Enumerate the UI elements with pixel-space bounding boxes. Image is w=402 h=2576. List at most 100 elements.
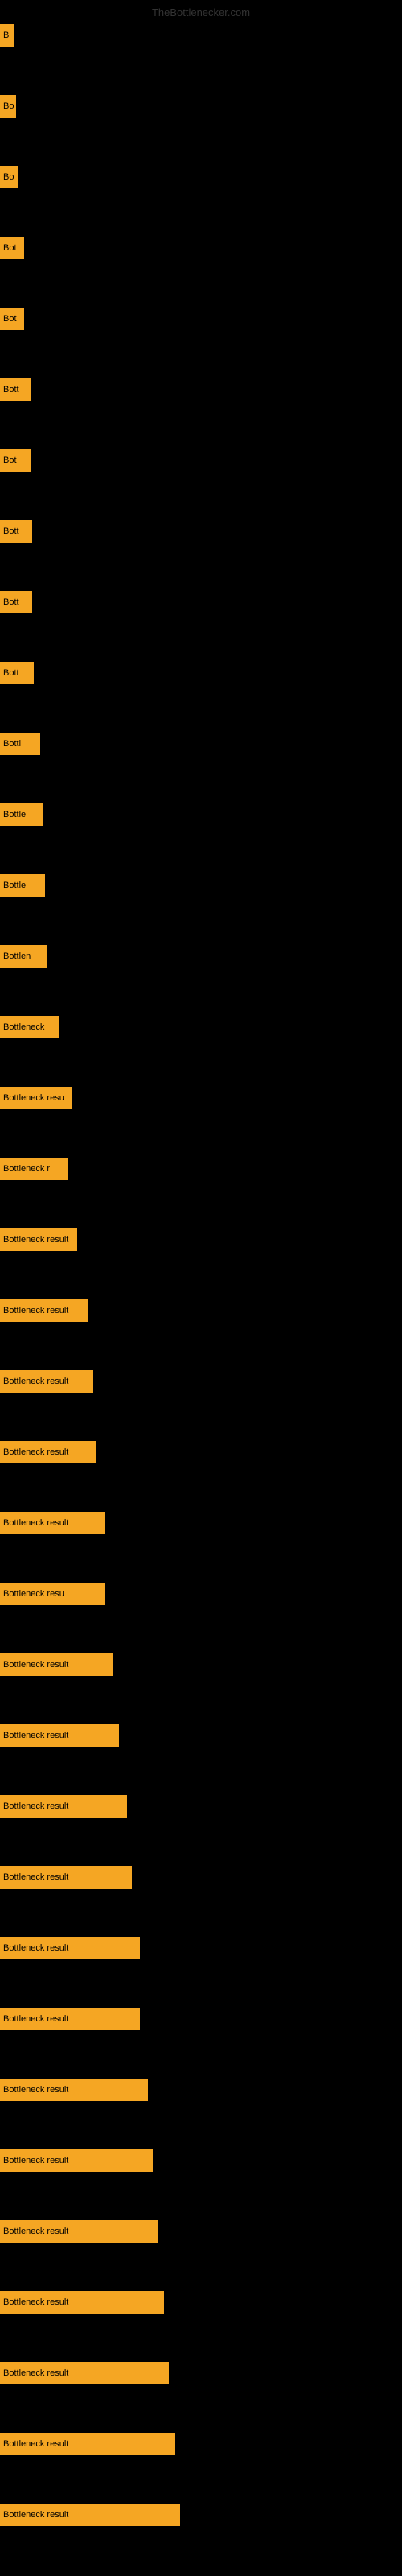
- bar-row-27: Bottleneck result: [0, 1937, 140, 1959]
- bar-label-9: Bott: [3, 668, 19, 678]
- bar-label-4: Bot: [3, 314, 17, 324]
- bar-row-32: Bottleneck result: [0, 2291, 164, 2314]
- bar-row-34: Bottleneck result: [0, 2433, 175, 2455]
- bar-fill-10: Bottl: [0, 733, 40, 755]
- bar-row-5: Bott: [0, 378, 31, 401]
- bar-fill-28: Bottleneck result: [0, 2008, 140, 2030]
- bar-label-31: Bottleneck result: [3, 2227, 68, 2236]
- bar-fill-32: Bottleneck result: [0, 2291, 164, 2314]
- bar-label-30: Bottleneck result: [3, 2156, 68, 2165]
- bar-row-23: Bottleneck result: [0, 1653, 113, 1676]
- bar-row-7: Bott: [0, 520, 32, 543]
- bar-row-3: Bot: [0, 237, 24, 259]
- bar-label-3: Bot: [3, 243, 17, 253]
- bar-row-17: Bottleneck result: [0, 1228, 77, 1251]
- bar-fill-16: Bottleneck r: [0, 1158, 68, 1180]
- bar-row-15: Bottleneck resu: [0, 1087, 72, 1109]
- bar-fill-9: Bott: [0, 662, 34, 684]
- bar-row-10: Bottl: [0, 733, 40, 755]
- bar-fill-1: Bo: [0, 95, 16, 118]
- bar-label-32: Bottleneck result: [3, 2297, 68, 2307]
- bar-fill-2: Bo: [0, 166, 18, 188]
- bar-label-27: Bottleneck result: [3, 1943, 68, 1953]
- bar-row-28: Bottleneck result: [0, 2008, 140, 2030]
- bar-fill-23: Bottleneck result: [0, 1653, 113, 1676]
- bar-label-19: Bottleneck result: [3, 1377, 68, 1386]
- bar-fill-35: Bottleneck result: [0, 2504, 180, 2526]
- bar-label-0: B: [3, 31, 9, 40]
- bar-fill-30: Bottleneck result: [0, 2149, 153, 2172]
- bar-row-19: Bottleneck result: [0, 1370, 93, 1393]
- bar-row-1: Bo: [0, 95, 16, 118]
- bar-row-33: Bottleneck result: [0, 2362, 169, 2384]
- bar-fill-33: Bottleneck result: [0, 2362, 169, 2384]
- bar-fill-15: Bottleneck resu: [0, 1087, 72, 1109]
- bar-row-22: Bottleneck resu: [0, 1583, 105, 1605]
- bar-label-29: Bottleneck result: [3, 2085, 68, 2095]
- bar-fill-21: Bottleneck result: [0, 1512, 105, 1534]
- bar-row-24: Bottleneck result: [0, 1724, 119, 1747]
- bar-fill-0: B: [0, 24, 14, 47]
- bar-label-5: Bott: [3, 385, 19, 394]
- bar-row-8: Bott: [0, 591, 32, 613]
- bar-label-21: Bottleneck result: [3, 1518, 68, 1528]
- bar-label-16: Bottleneck r: [3, 1164, 50, 1174]
- bar-fill-19: Bottleneck result: [0, 1370, 93, 1393]
- bar-label-10: Bottl: [3, 739, 21, 749]
- bar-fill-12: Bottle: [0, 874, 45, 897]
- bar-label-22: Bottleneck resu: [3, 1589, 64, 1599]
- bar-row-31: Bottleneck result: [0, 2220, 158, 2243]
- bar-label-11: Bottle: [3, 810, 26, 819]
- bar-fill-11: Bottle: [0, 803, 43, 826]
- bar-row-20: Bottleneck result: [0, 1441, 96, 1463]
- bar-row-21: Bottleneck result: [0, 1512, 105, 1534]
- bar-fill-6: Bot: [0, 449, 31, 472]
- bar-fill-20: Bottleneck result: [0, 1441, 96, 1463]
- bar-label-15: Bottleneck resu: [3, 1093, 64, 1103]
- bar-fill-27: Bottleneck result: [0, 1937, 140, 1959]
- bar-label-33: Bottleneck result: [3, 2368, 68, 2378]
- bar-fill-7: Bott: [0, 520, 32, 543]
- bar-label-35: Bottleneck result: [3, 2510, 68, 2520]
- bar-fill-5: Bott: [0, 378, 31, 401]
- bar-row-35: Bottleneck result: [0, 2504, 180, 2526]
- bar-label-7: Bott: [3, 526, 19, 536]
- bar-label-34: Bottleneck result: [3, 2439, 68, 2449]
- bar-fill-22: Bottleneck resu: [0, 1583, 105, 1605]
- bar-fill-24: Bottleneck result: [0, 1724, 119, 1747]
- bar-label-14: Bottleneck: [3, 1022, 44, 1032]
- bar-label-13: Bottlen: [3, 952, 31, 961]
- bar-fill-25: Bottleneck result: [0, 1795, 127, 1818]
- bar-label-8: Bott: [3, 597, 19, 607]
- bar-label-18: Bottleneck result: [3, 1306, 68, 1315]
- bar-row-14: Bottleneck: [0, 1016, 59, 1038]
- bar-fill-18: Bottleneck result: [0, 1299, 88, 1322]
- bar-row-0: B: [0, 24, 14, 47]
- bar-fill-3: Bot: [0, 237, 24, 259]
- bar-fill-8: Bott: [0, 591, 32, 613]
- bar-label-28: Bottleneck result: [3, 2014, 68, 2024]
- bar-label-1: Bo: [3, 101, 14, 111]
- bar-label-26: Bottleneck result: [3, 1872, 68, 1882]
- bar-row-2: Bo: [0, 166, 18, 188]
- bar-row-11: Bottle: [0, 803, 43, 826]
- bar-fill-4: Bot: [0, 308, 24, 330]
- bar-label-24: Bottleneck result: [3, 1731, 68, 1740]
- bar-fill-34: Bottleneck result: [0, 2433, 175, 2455]
- bar-fill-31: Bottleneck result: [0, 2220, 158, 2243]
- site-title: TheBottlenecker.com: [152, 6, 250, 19]
- bar-row-25: Bottleneck result: [0, 1795, 127, 1818]
- bar-fill-14: Bottleneck: [0, 1016, 59, 1038]
- bar-row-9: Bott: [0, 662, 34, 684]
- bar-label-23: Bottleneck result: [3, 1660, 68, 1670]
- bar-label-2: Bo: [3, 172, 14, 182]
- bar-label-12: Bottle: [3, 881, 26, 890]
- bar-row-13: Bottlen: [0, 945, 47, 968]
- bar-fill-17: Bottleneck result: [0, 1228, 77, 1251]
- bar-fill-13: Bottlen: [0, 945, 47, 968]
- bar-label-20: Bottleneck result: [3, 1447, 68, 1457]
- bar-row-18: Bottleneck result: [0, 1299, 88, 1322]
- bar-row-26: Bottleneck result: [0, 1866, 132, 1889]
- bar-fill-26: Bottleneck result: [0, 1866, 132, 1889]
- bar-label-6: Bot: [3, 456, 17, 465]
